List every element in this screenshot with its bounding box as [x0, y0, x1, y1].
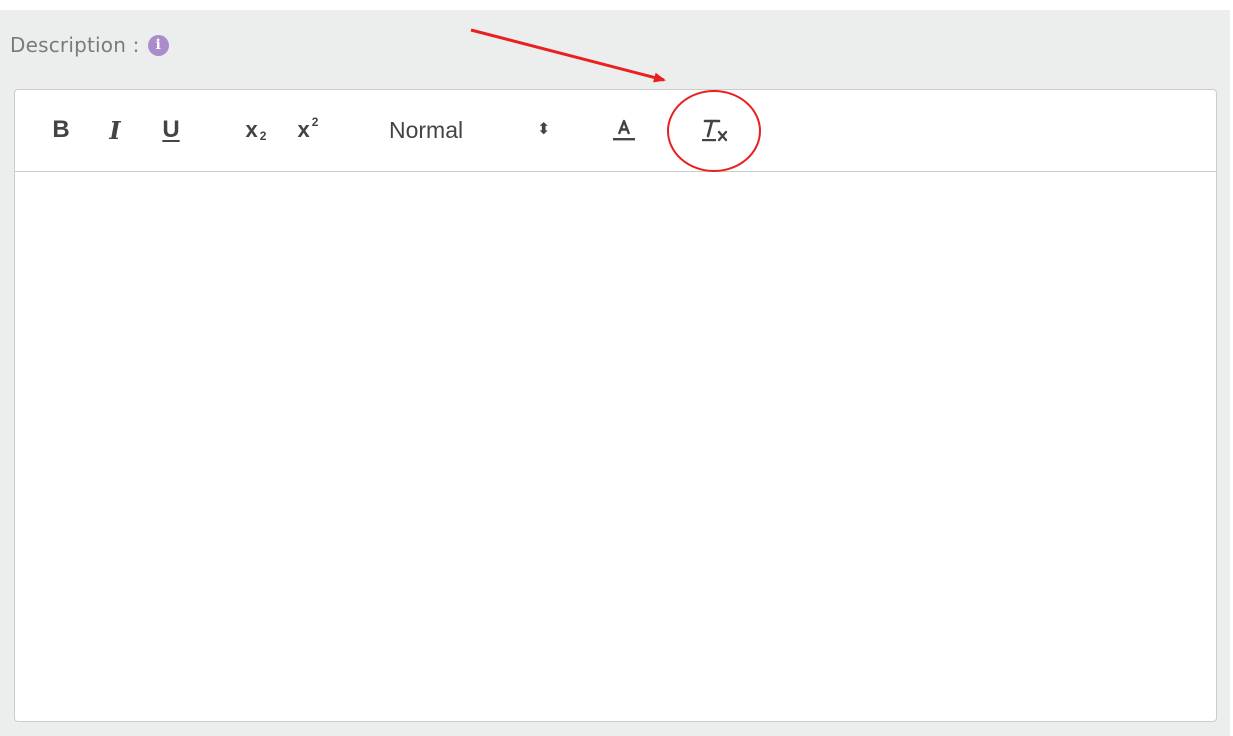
description-label: Description :: [10, 33, 140, 57]
editor-toolbar: B I U x2 x2 Normal ⬍: [15, 90, 1216, 172]
clear-formatting-button[interactable]: [697, 112, 733, 148]
underline-button[interactable]: U: [159, 112, 183, 148]
italic-button[interactable]: I: [103, 112, 127, 148]
header-picker-label: Normal: [389, 116, 464, 143]
editor-content-area[interactable]: [15, 172, 1216, 721]
bold-button[interactable]: B: [49, 112, 73, 148]
description-label-row: Description : i: [10, 30, 169, 60]
superscript-base: x: [297, 117, 310, 142]
subscript-button[interactable]: x2: [239, 112, 273, 148]
text-color-icon: [613, 119, 635, 141]
text-color-button[interactable]: [611, 112, 637, 148]
superscript-mark: 2: [311, 115, 319, 129]
superscript-button[interactable]: x2: [291, 112, 325, 148]
header-picker[interactable]: Normal ⬍: [389, 112, 569, 148]
clear-formatting-icon: [702, 119, 728, 142]
info-icon[interactable]: i: [147, 34, 169, 56]
subscript-base: x: [245, 117, 258, 142]
rich-text-editor: B I U x2 x2 Normal ⬍: [14, 89, 1217, 722]
picker-arrows-icon: ⬍: [537, 121, 551, 138]
subscript-mark: 2: [259, 129, 267, 143]
